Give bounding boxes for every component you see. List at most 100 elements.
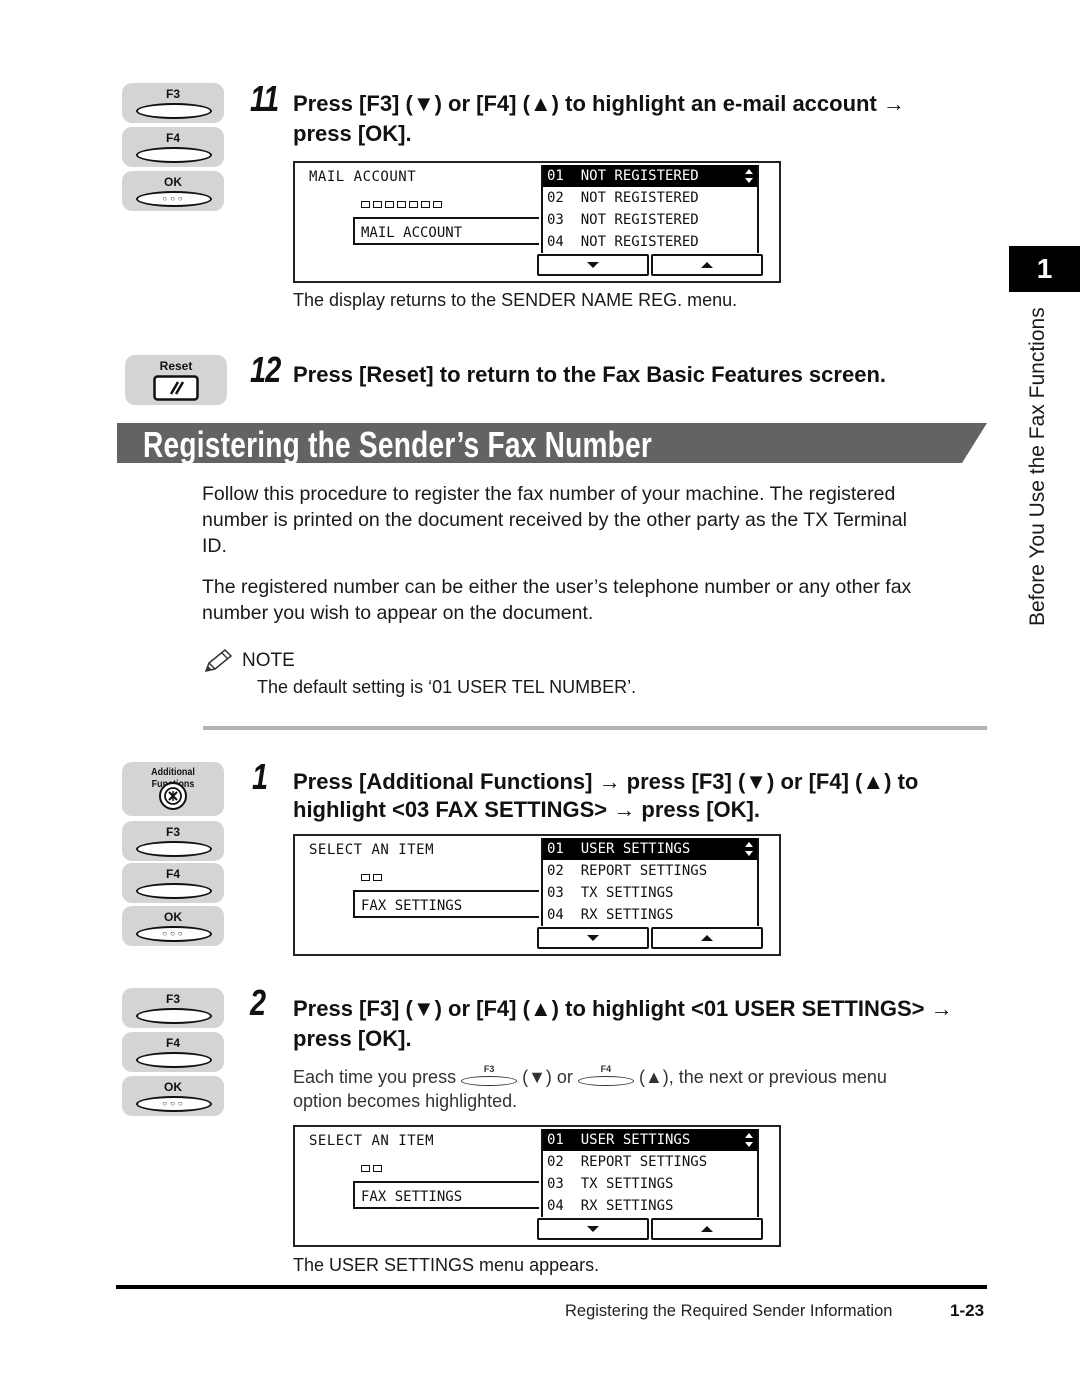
ok-dots: ○○○: [162, 1099, 186, 1108]
lcd-input-squares: [361, 874, 382, 881]
lcd-input-square: [385, 201, 394, 208]
ok-key-icon: OK ○○○: [122, 1076, 224, 1116]
lcd-down-button[interactable]: [537, 254, 649, 276]
lcd-list: 01 USER SETTINGS 02 REPORT SETTINGS 03 T…: [541, 1129, 759, 1217]
lcd-list-item[interactable]: 02 REPORT SETTINGS: [543, 860, 757, 882]
down-arrow-icon: [587, 262, 599, 268]
footer-rule: [116, 1285, 987, 1289]
step-11-caption: The display returns to the SENDER NAME R…: [293, 290, 738, 310]
chapter-tab: 1: [1009, 246, 1080, 292]
additional-functions-gear-icon: [159, 782, 187, 810]
ok-dots: ○○○: [162, 929, 186, 938]
step-2-caption: The USER SETTINGS menu appears.: [293, 1255, 600, 1275]
f3-key-icon: F3: [122, 821, 224, 861]
lcd-list-item[interactable]: 04 RX SETTINGS: [543, 904, 757, 926]
key-pill-shape: [136, 1052, 212, 1068]
step-1-instruction-line1: Press [Additional Functions] → press [F3…: [293, 769, 919, 794]
reset-slash-icon: [153, 375, 199, 401]
chapter-title-vertical: Before You Use the Fax Functions: [1026, 307, 1049, 626]
f3-key-label: F3: [165, 87, 180, 101]
step-12-instruction: Press [Reset] to return to the Fax Basic…: [293, 362, 886, 387]
down-arrow-icon: [587, 1226, 599, 1232]
lcd-title: MAIL ACCOUNT: [309, 169, 417, 185]
inline-key-label: F4: [600, 1064, 612, 1074]
lcd-up-button[interactable]: [651, 254, 763, 276]
reset-key-label: Reset: [159, 359, 193, 373]
f4-key-icon: F4: [122, 863, 224, 903]
inline-key-label: F3: [483, 1064, 495, 1074]
lcd-input-squares: [361, 201, 442, 208]
step-number-11: 11: [250, 78, 279, 119]
lcd-list-item[interactable]: 03 TX SETTINGS: [543, 882, 757, 904]
lcd-list-item[interactable]: 01 USER SETTINGS: [543, 838, 757, 860]
step-number-12: 12: [250, 349, 281, 390]
f4-key-icon: F4: [122, 127, 224, 167]
step-11-instruction-line1: Press [F3] (▼) or [F4] (▲) to highlight …: [293, 91, 905, 116]
lcd-screen-mail-account: MAIL ACCOUNT MAIL ACCOUNT 01 NOT REGISTE…: [293, 161, 781, 283]
ok-key-label: OK: [164, 1080, 182, 1094]
step-11-instruction-line2: press [OK].: [293, 121, 412, 146]
footer-section-title: Registering the Required Sender Informat…: [565, 1302, 893, 1320]
lcd-up-button[interactable]: [651, 927, 763, 949]
f3-key-label: F3: [165, 992, 180, 1006]
additional-functions-key-icon: Additional Functions: [122, 762, 224, 816]
f4-key-label: F4: [165, 867, 180, 881]
lcd-list-item[interactable]: 04 NOT REGISTERED: [543, 231, 757, 253]
lcd-list-item[interactable]: 01 NOT REGISTERED: [543, 165, 757, 187]
step-2-description-line2: option becomes highlighted.: [293, 1091, 518, 1111]
intro-para-1-line1: Follow this procedure to register the fa…: [202, 483, 896, 505]
lcd-input-square: [373, 1165, 382, 1172]
lcd-list: 01 NOT REGISTERED 02 NOT REGISTERED 03 N…: [541, 165, 759, 253]
lcd-input-square: [433, 201, 442, 208]
up-arrow-icon: [701, 1226, 713, 1232]
lcd-field: MAIL ACCOUNT: [353, 217, 539, 245]
lcd-up-button[interactable]: [651, 1218, 763, 1240]
scroll-updown-icon: [745, 842, 753, 856]
step-2-instruction-line2: press [OK].: [293, 1026, 412, 1051]
lcd-down-button[interactable]: [537, 927, 649, 949]
pencil-note-icon: [204, 648, 233, 673]
lcd-list-item[interactable]: 02 REPORT SETTINGS: [543, 1151, 757, 1173]
scroll-updown-icon: [745, 169, 753, 183]
lcd-title: SELECT AN ITEM: [309, 842, 435, 858]
key-pill-shape: ○○○: [136, 191, 212, 207]
lcd-screen-select-item: SELECT AN ITEM FAX SETTINGS 01 USER SETT…: [293, 1125, 781, 1247]
intro-para-2-line1: The registered number can be either the …: [202, 576, 912, 598]
desc-text: (▲), the next or previous menu: [638, 1067, 887, 1087]
key-pill-shape: ○○○: [136, 1096, 212, 1112]
desc-text: Each time you press: [293, 1067, 457, 1087]
inline-f3-key-icon: F3: [461, 1064, 518, 1086]
ok-dots: ○○○: [162, 194, 186, 203]
ok-key-label: OK: [164, 175, 182, 189]
section-title: Registering the Sender’s Fax Number: [143, 424, 653, 465]
inline-key-pill: [577, 1076, 634, 1086]
intro-para-1-line3: ID.: [202, 535, 227, 557]
lcd-list-item[interactable]: 02 NOT REGISTERED: [543, 187, 757, 209]
intro-para-1-line2: number is printed on the document receiv…: [202, 509, 907, 531]
down-arrow-icon: [587, 935, 599, 941]
up-arrow-icon: [701, 935, 713, 941]
lcd-input-square: [397, 201, 406, 208]
lcd-title: SELECT AN ITEM: [309, 1133, 435, 1149]
lcd-list-item[interactable]: 04 RX SETTINGS: [543, 1195, 757, 1217]
step-2-description-line1: Each time you press F3 (▼) or F4 (▲), th…: [293, 1064, 887, 1088]
step-2-instruction-line1: Press [F3] (▼) or [F4] (▲) to highlight …: [293, 996, 953, 1021]
page-number: 1-23: [950, 1301, 985, 1320]
note-text: The default setting is ‘01 USER TEL NUMB…: [257, 677, 637, 697]
lcd-input-square: [361, 1165, 370, 1172]
ok-key-label: OK: [164, 910, 182, 924]
scroll-updown-icon: [745, 1133, 753, 1147]
lcd-input-squares: [361, 1165, 382, 1172]
step-number-2: 2: [250, 982, 266, 1023]
key-pill-shape: ○○○: [136, 926, 212, 942]
lcd-list-item[interactable]: 03 NOT REGISTERED: [543, 209, 757, 231]
lcd-down-button[interactable]: [537, 1218, 649, 1240]
reset-key-icon: Reset: [125, 355, 227, 405]
f3-key-icon: F3: [122, 83, 224, 123]
note-label: NOTE: [242, 650, 295, 671]
lcd-list-item[interactable]: 03 TX SETTINGS: [543, 1173, 757, 1195]
key-pill-shape: [136, 883, 212, 899]
lcd-input-square: [373, 874, 382, 881]
lcd-list-item[interactable]: 01 USER SETTINGS: [543, 1129, 757, 1151]
lcd-input-square: [409, 201, 418, 208]
